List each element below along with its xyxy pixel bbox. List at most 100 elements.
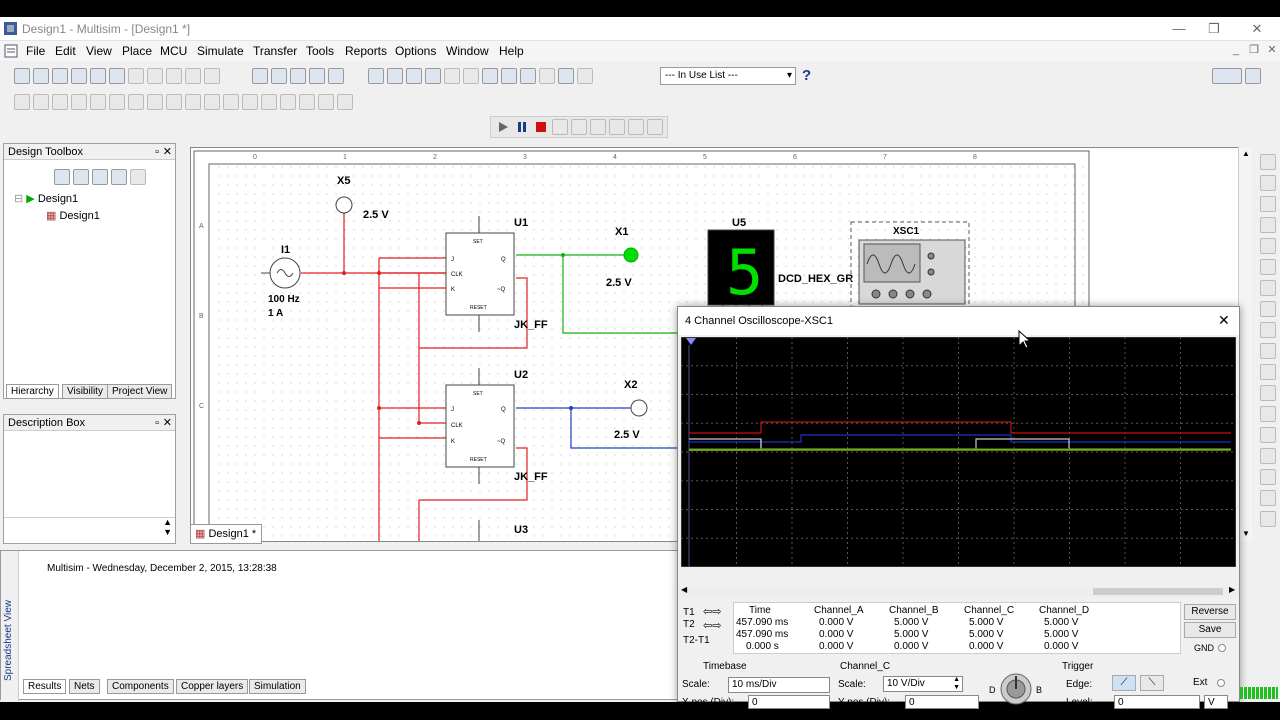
- undo-icon[interactable]: [185, 68, 201, 84]
- tab-simulation[interactable]: Simulation: [249, 679, 306, 694]
- menu-view[interactable]: View: [86, 44, 112, 58]
- line-icon[interactable]: [166, 94, 182, 110]
- tree-root[interactable]: ⊟ ▶ Design1: [14, 192, 78, 205]
- tab-results[interactable]: Results: [23, 679, 67, 694]
- pause-icon[interactable]: [514, 119, 530, 135]
- save-icon[interactable]: [71, 68, 87, 84]
- measure-icon[interactable]: [337, 94, 353, 110]
- text-icon[interactable]: [147, 94, 163, 110]
- menu-simulate[interactable]: Simulate: [197, 44, 244, 58]
- t2-arrows[interactable]: ⇦⇨: [703, 619, 721, 632]
- close-button[interactable]: ✕: [1243, 19, 1271, 39]
- postprocessor-icon[interactable]: [444, 68, 460, 84]
- paste-icon[interactable]: [166, 68, 182, 84]
- pin-icon[interactable]: ▫: [155, 415, 159, 431]
- wire-icon[interactable]: [14, 94, 30, 110]
- picture-icon[interactable]: [261, 94, 277, 110]
- agilent-generator-icon[interactable]: [1260, 448, 1276, 464]
- polygon-icon[interactable]: [242, 94, 258, 110]
- collapse-icon[interactable]: ⊟: [14, 193, 23, 205]
- zoom-fit-icon[interactable]: [328, 68, 344, 84]
- menu-help[interactable]: Help: [499, 44, 524, 58]
- hier-block-icon[interactable]: [71, 94, 87, 110]
- cut-icon[interactable]: [128, 68, 144, 84]
- tab-components[interactable]: Components: [107, 679, 174, 694]
- scroll-right-icon[interactable]: ▶: [1229, 585, 1235, 594]
- panel-close-icon[interactable]: ✕: [163, 144, 172, 160]
- oscilloscope-icon[interactable]: [1260, 217, 1276, 233]
- menu-edit[interactable]: Edit: [55, 44, 76, 58]
- probe-power-icon[interactable]: [590, 119, 606, 135]
- probe-icon[interactable]: [280, 94, 296, 110]
- menu-reports[interactable]: Reports: [345, 44, 387, 58]
- probe-settings-icon[interactable]: [647, 119, 663, 135]
- frequency-counter-icon[interactable]: [1260, 280, 1276, 296]
- toggle-icon[interactable]: [1245, 68, 1261, 84]
- rising-edge-button[interactable]: ⟋: [1112, 675, 1136, 691]
- tab-design1[interactable]: ▦ Design1 *: [190, 524, 262, 544]
- wattmeter-icon[interactable]: [1260, 196, 1276, 212]
- connector-icon[interactable]: [52, 94, 68, 110]
- show-hide-icon[interactable]: [111, 169, 127, 185]
- agilent-multimeter-icon[interactable]: [1260, 469, 1276, 485]
- open-icon[interactable]: [33, 68, 49, 84]
- probe-voltage-icon[interactable]: [552, 119, 568, 135]
- help-icon[interactable]: ?: [802, 67, 811, 84]
- panel-close-icon[interactable]: ✕: [163, 415, 172, 431]
- scroll-up-icon[interactable]: ▲: [1242, 149, 1250, 158]
- annotate-icon[interactable]: [539, 68, 555, 84]
- iv-analyzer-icon[interactable]: [1260, 364, 1276, 380]
- restore-button[interactable]: ❐: [1200, 19, 1228, 39]
- run-icon[interactable]: [495, 119, 511, 135]
- level-unit[interactable]: V: [1204, 695, 1228, 709]
- scroll-left-icon[interactable]: ◀: [681, 585, 687, 594]
- probe-ref-icon[interactable]: [628, 119, 644, 135]
- minimize-button[interactable]: —: [1165, 19, 1193, 39]
- scroll-thumb[interactable]: [1093, 588, 1223, 595]
- logic-converter-icon[interactable]: [1260, 322, 1276, 338]
- tab-nets[interactable]: Nets: [69, 679, 100, 694]
- transfer-icon[interactable]: [558, 68, 574, 84]
- timebase-scale-input[interactable]: 10 ms/Div: [728, 677, 830, 693]
- search-icon[interactable]: [368, 68, 384, 84]
- rectangle-icon[interactable]: [185, 94, 201, 110]
- probe-current-icon[interactable]: [571, 119, 587, 135]
- print-icon[interactable]: [90, 68, 106, 84]
- sub-circuit-icon[interactable]: [90, 94, 106, 110]
- zoom-in-icon[interactable]: [271, 68, 287, 84]
- tree-child[interactable]: ▦ Design1: [46, 209, 100, 222]
- spreadsheet-icon[interactable]: [387, 68, 403, 84]
- gnd-terminal[interactable]: [1218, 644, 1226, 652]
- bus-entry-icon[interactable]: [128, 94, 144, 110]
- tab-copper-layers[interactable]: Copper layers: [176, 679, 249, 694]
- menu-place[interactable]: Place: [122, 44, 152, 58]
- zoom-area-icon[interactable]: [309, 68, 325, 84]
- backannotate-icon[interactable]: [577, 68, 593, 84]
- save-sheet-icon[interactable]: [92, 169, 108, 185]
- t1-arrows[interactable]: ⇦⇨: [703, 605, 721, 618]
- breadboard-icon[interactable]: [1212, 68, 1242, 84]
- database-icon[interactable]: [501, 68, 517, 84]
- reverse-button[interactable]: Reverse: [1184, 604, 1236, 620]
- stop-icon[interactable]: [533, 119, 549, 135]
- scope-close-icon[interactable]: ✕: [1218, 312, 1230, 329]
- menu-file[interactable]: File: [26, 44, 45, 58]
- spectrum-analyzer-icon[interactable]: [1260, 406, 1276, 422]
- mdi-close-button[interactable]: ✕: [1258, 41, 1280, 59]
- comment-icon[interactable]: [299, 94, 315, 110]
- copy-icon[interactable]: [147, 68, 163, 84]
- level-input[interactable]: 0: [1114, 695, 1200, 709]
- logic-analyzer-icon[interactable]: [1260, 343, 1276, 359]
- network-analyzer-icon[interactable]: [1260, 427, 1276, 443]
- menu-tools[interactable]: Tools: [306, 44, 334, 58]
- ellipse-icon[interactable]: [204, 94, 220, 110]
- channel-scale-input[interactable]: 10 V/Div ▲ ▼: [883, 676, 963, 692]
- new-sheet-icon[interactable]: [54, 169, 70, 185]
- pin-icon[interactable]: ▫: [155, 144, 159, 160]
- menu-mcu[interactable]: MCU: [160, 44, 187, 58]
- function-generator-icon[interactable]: [1260, 175, 1276, 191]
- open-sample-icon[interactable]: [52, 68, 68, 84]
- word-generator-icon[interactable]: [1260, 301, 1276, 317]
- falling-edge-button[interactable]: ⟍: [1140, 675, 1164, 691]
- distortion-analyzer-icon[interactable]: [1260, 385, 1276, 401]
